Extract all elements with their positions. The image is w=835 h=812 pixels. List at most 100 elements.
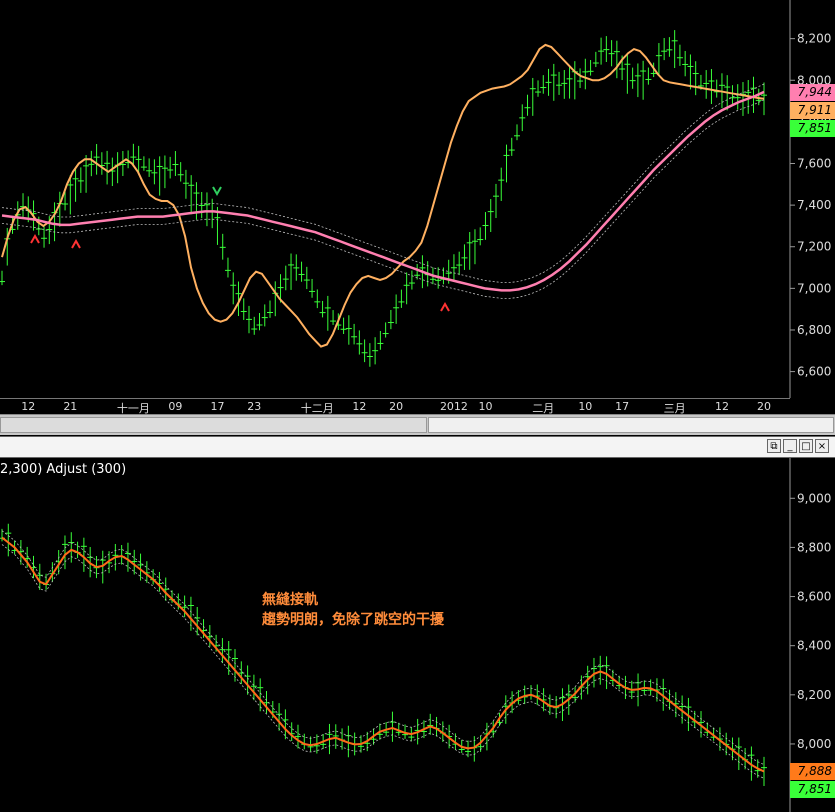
price-bar xyxy=(389,711,396,742)
price-bar xyxy=(519,104,526,132)
scrollbar-track[interactable] xyxy=(428,417,834,433)
price-bar xyxy=(172,151,179,176)
price-bar xyxy=(466,232,473,270)
price-bar xyxy=(20,193,27,218)
price-bar xyxy=(492,183,499,218)
price-bar xyxy=(408,270,415,290)
price-bar xyxy=(403,272,410,305)
price-bar xyxy=(703,70,710,99)
price-bar xyxy=(433,716,440,737)
price-badge: 7,888 xyxy=(790,763,835,781)
price-bar xyxy=(398,289,405,308)
fast_ma-line xyxy=(1,43,765,348)
price-bar xyxy=(734,84,741,110)
price-bar xyxy=(244,665,251,695)
price-bar xyxy=(118,545,125,565)
price-bar xyxy=(645,67,652,85)
price-bar xyxy=(366,343,373,367)
price-bar xyxy=(514,124,521,141)
price-bar xyxy=(372,337,379,365)
price-bar xyxy=(377,330,384,350)
price-bar xyxy=(529,77,536,116)
price-bar xyxy=(88,150,95,177)
price-bar xyxy=(582,58,589,90)
chart-scrollbar[interactable] xyxy=(0,414,835,435)
price-bar xyxy=(93,144,100,175)
price-bar xyxy=(188,175,195,215)
price-bar xyxy=(203,192,210,227)
main-price-chart[interactable]: 8,2008,0007,8007,6007,4007,2007,0006,800… xyxy=(0,0,835,398)
price-bar xyxy=(251,316,258,335)
price-bar xyxy=(41,224,48,248)
price-bar xyxy=(245,305,252,334)
scrollbar-thumb[interactable] xyxy=(0,417,427,433)
price-bar xyxy=(729,85,736,105)
sell-signal-icon xyxy=(212,186,222,197)
adjusted-price-chart[interactable]: 9,000 8,800 8,600 8,400 8,200 8,000 xyxy=(0,458,835,812)
price-bar xyxy=(224,257,231,278)
x-tick-label: 2012 xyxy=(439,400,468,413)
price-bar xyxy=(450,254,457,281)
price-bar xyxy=(629,67,636,89)
annotation-line-2: 趨勢明朗，免除了跳空的干擾 xyxy=(262,612,444,628)
price-badge: 7,851 xyxy=(790,781,835,799)
price-bar xyxy=(692,61,699,96)
price-bar xyxy=(503,144,510,183)
price-bar xyxy=(393,294,400,324)
annotation-line-1: 無縫接軌 xyxy=(262,592,318,608)
price-bar xyxy=(161,155,168,189)
price-bar xyxy=(309,278,316,298)
price-bar xyxy=(151,159,158,185)
price-bar xyxy=(566,66,573,99)
price-bar xyxy=(257,678,264,712)
price-bar xyxy=(345,315,352,345)
x-tick-label: 20 xyxy=(757,400,771,413)
price-bar xyxy=(74,541,81,559)
price-bar xyxy=(603,36,610,63)
buy-signal-icon xyxy=(440,301,450,312)
price-bar xyxy=(640,60,647,100)
price-bar xyxy=(527,685,534,700)
adjusted_ma-line xyxy=(1,536,765,773)
price-bar xyxy=(294,724,301,749)
minimize-icon[interactable]: _ xyxy=(783,439,797,453)
y-tick-label: 8,000 xyxy=(797,737,831,751)
price-bar xyxy=(708,69,715,104)
price-bar xyxy=(498,167,505,201)
band-upper-line xyxy=(1,83,765,283)
x-tick-label: 10 xyxy=(478,400,493,413)
x-tick-label: 12 xyxy=(714,400,729,413)
price-bar xyxy=(140,156,147,171)
price-bar xyxy=(597,655,604,685)
restore-icon[interactable]: ⧉ xyxy=(767,439,781,453)
price-bar xyxy=(682,50,689,77)
price-bar xyxy=(534,684,541,706)
price-bar xyxy=(303,266,310,290)
close-icon[interactable]: × xyxy=(815,439,829,453)
price-bar xyxy=(340,317,347,334)
price-bar xyxy=(561,70,568,99)
price-bar xyxy=(124,542,131,572)
price-bar xyxy=(482,212,489,240)
price-bar xyxy=(361,339,368,363)
price-bar xyxy=(256,313,263,331)
price-bar xyxy=(104,150,111,185)
price-badge: 7,851 xyxy=(790,119,835,137)
maximize-icon[interactable]: □ xyxy=(799,439,813,453)
price-bar xyxy=(261,304,268,327)
price-bar xyxy=(267,300,274,318)
price-bar xyxy=(230,272,237,305)
price-bar xyxy=(613,40,620,79)
price-bar xyxy=(550,63,557,101)
top-x-axis: 12 21 十一月 09 17 23 十二月 12 20 2012 10 二月 10 17 三月 12 20 xyxy=(0,398,790,415)
price-bar xyxy=(319,300,326,318)
y-tick-label: 8,200 xyxy=(797,688,831,702)
price-bar xyxy=(508,137,515,156)
price-bar xyxy=(655,43,662,76)
price-badge: 7,911 xyxy=(790,101,835,119)
price-bar xyxy=(661,37,668,61)
price-bar xyxy=(713,79,720,98)
price-bar xyxy=(587,59,594,76)
y-tick-label: 7,600 xyxy=(797,157,831,171)
price-bar xyxy=(288,253,295,290)
